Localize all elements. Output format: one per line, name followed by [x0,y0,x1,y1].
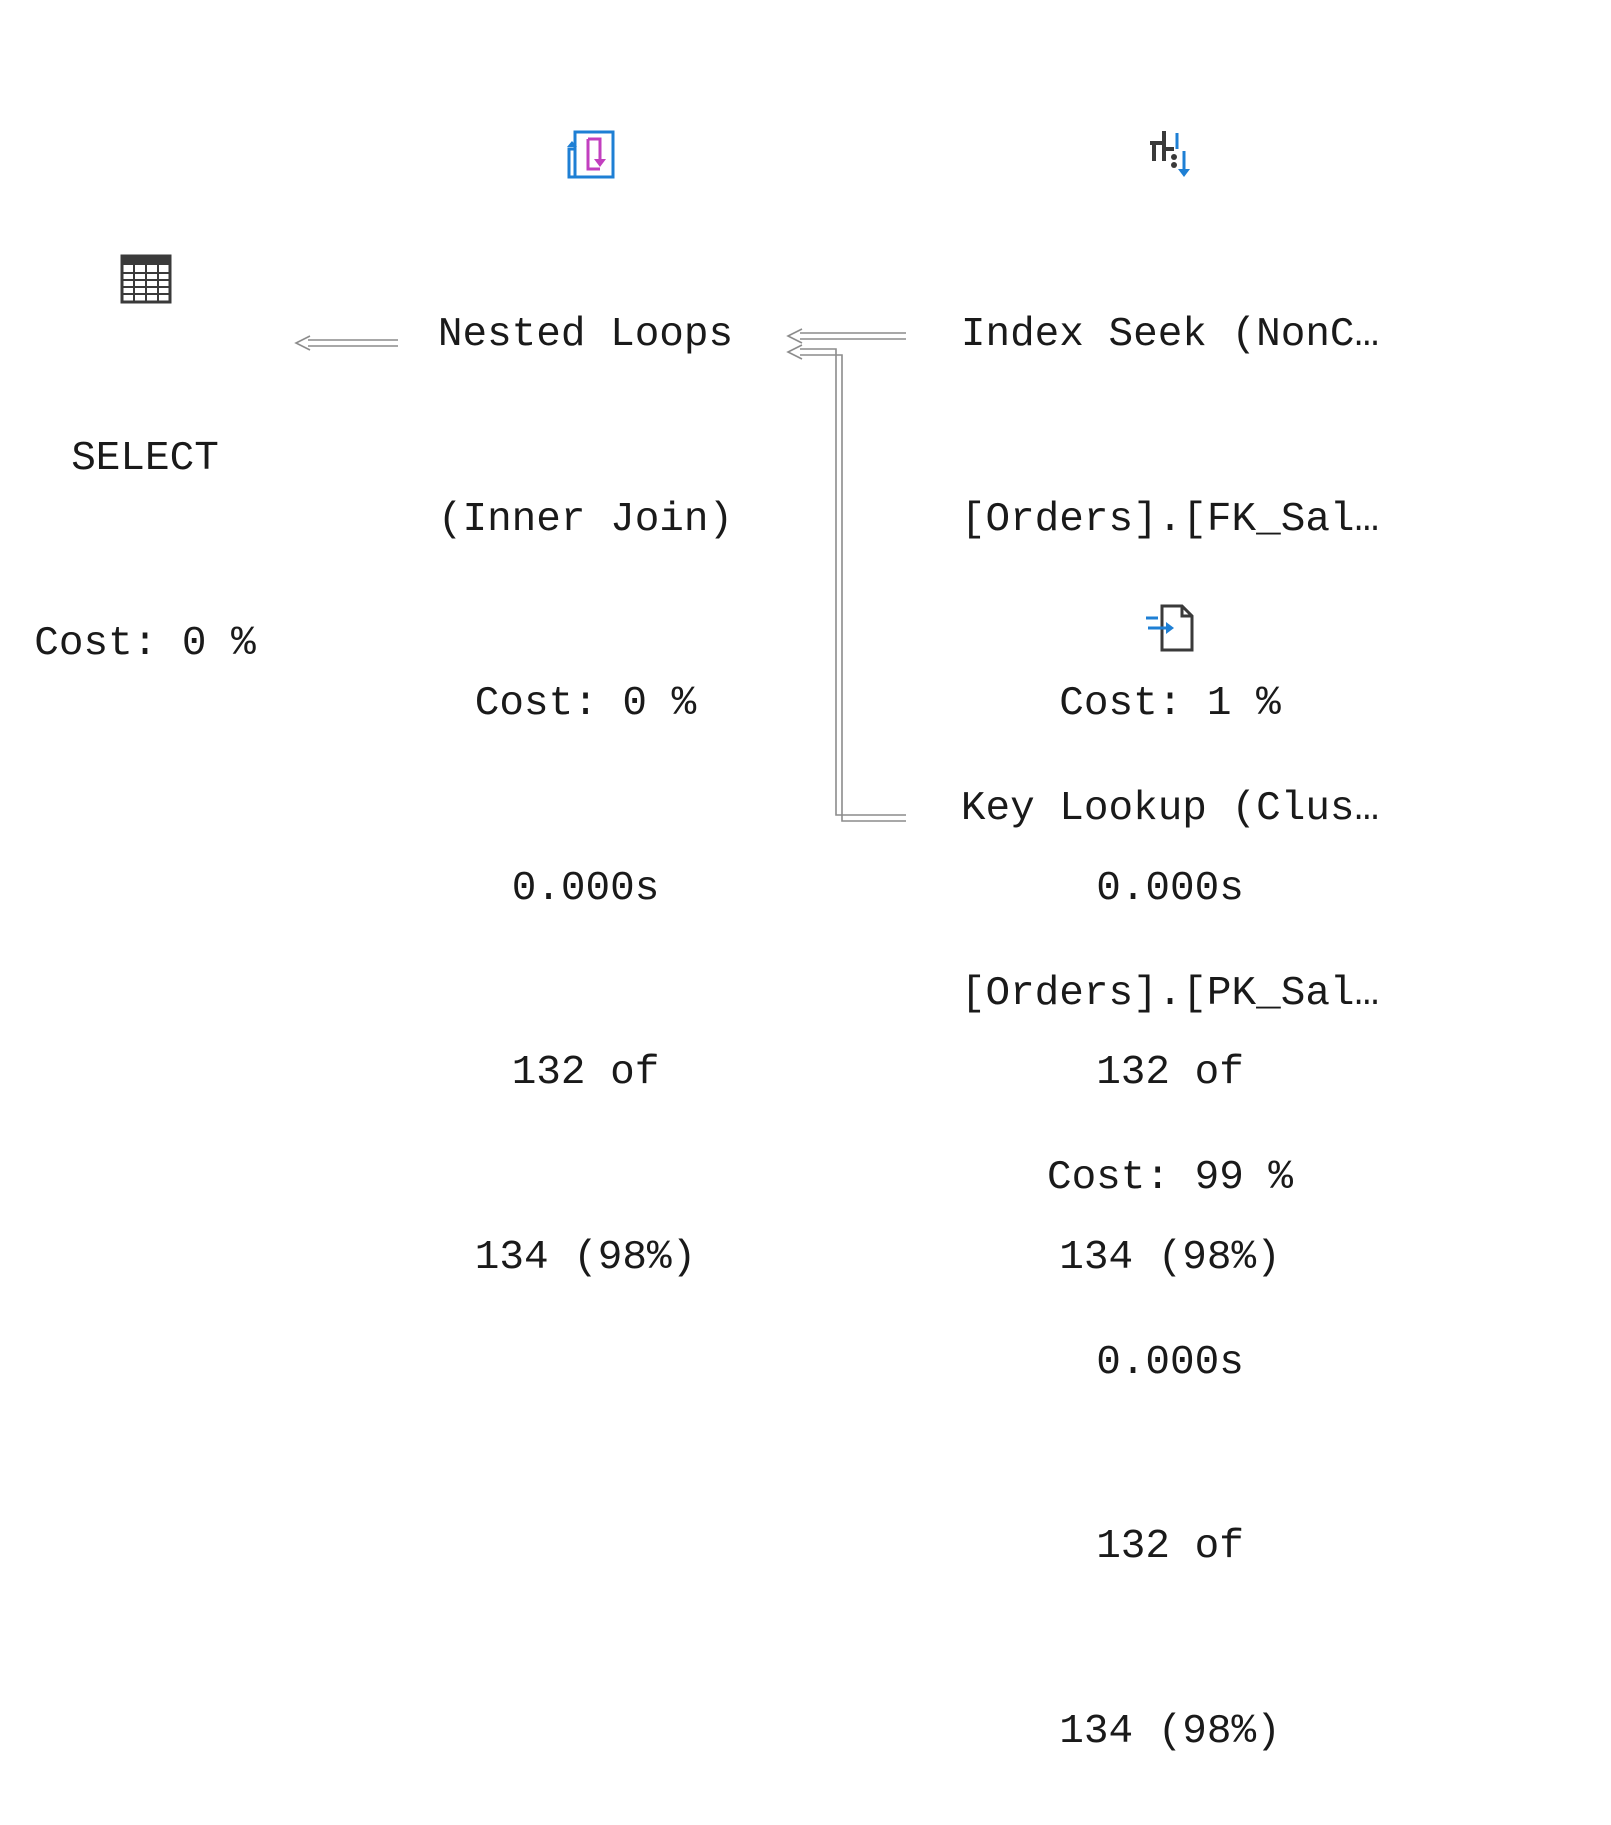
operator-name: Key Lookup (Clus… [960,786,1380,832]
operator-rows-estimate: 134 (98%) [474,1234,697,1281]
operator-name: SELECT [71,436,219,482]
nested-loops-operator[interactable]: Nested Loops (Inner Join) Cost: 0 % 0.00… [403,182,768,1351]
connector-lookup-to-nested [786,344,906,822]
operator-object: [Orders].[FK_Sal… [960,496,1380,543]
operator-rows: 132 of [511,1050,660,1096]
connector-seek-to-nested [786,328,906,344]
key-lookup-operator[interactable]: Key Lookup (Clus… [Orders].[PK_Sal… Cost… [910,656,1430,1825]
operator-cost: Cost: 99 % [1046,1155,1294,1201]
operator-rows-estimate: 134 (98%) [1059,1708,1281,1755]
operator-name: Nested Loops [437,312,734,358]
connector-nested-to-select [294,335,398,351]
operator-cost: Cost: 0 % [34,620,256,667]
operator-rows: 132 of [1096,1524,1244,1570]
result-table-icon[interactable] [120,253,172,305]
operator-name: Index Seek (NonC… [960,312,1380,358]
index-seek-icon[interactable] [1144,129,1196,181]
select-operator[interactable]: SELECT Cost: 0 % [0,306,290,737]
operator-subtitle: (Inner Join) [437,496,734,543]
operator-time: 0.000s [1096,1339,1244,1386]
operator-cost: Cost: 0 % [474,681,697,727]
operator-object: [Orders].[PK_Sal… [960,970,1380,1017]
nested-loops-icon[interactable] [566,129,618,181]
operator-time: 0.000s [511,865,660,912]
